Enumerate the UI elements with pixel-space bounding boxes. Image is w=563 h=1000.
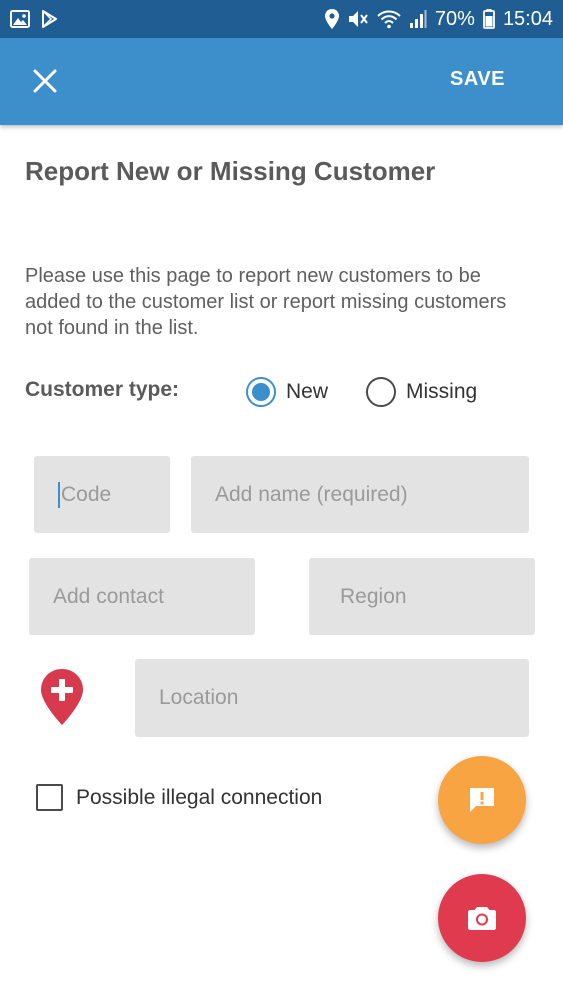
feedback-icon: [470, 788, 494, 812]
play-store-notification-icon: [40, 10, 58, 28]
camera-icon: [468, 907, 496, 930]
location-placeholder: Location: [159, 686, 239, 709]
feedback-fab[interactable]: [438, 756, 526, 844]
region-input[interactable]: Region: [309, 558, 535, 635]
signal-icon: [409, 9, 427, 29]
status-right: 70% 15:04: [324, 7, 553, 31]
clock: 15:04: [502, 7, 553, 30]
contact-input[interactable]: Add contact: [29, 558, 255, 635]
name-input[interactable]: Add name (required): [191, 456, 529, 533]
status-bar: 70% 15:04: [0, 0, 563, 38]
add-location-pin-icon: [41, 669, 83, 725]
customer-type-radio-missing[interactable]: Missing: [366, 376, 477, 408]
add-location-button[interactable]: [38, 667, 86, 727]
close-icon: [33, 69, 57, 93]
contact-placeholder: Add contact: [53, 584, 164, 608]
illegal-connection-label: Possible illegal connection: [76, 785, 323, 809]
mute-icon: [347, 9, 369, 29]
page-title: Report New or Missing Customer: [25, 156, 436, 186]
radio-new-label: New: [286, 380, 329, 403]
intro-text: Please use this page to report new custo…: [25, 265, 507, 339]
code-input[interactable]: Code: [34, 456, 170, 533]
name-placeholder: Add name (required): [215, 482, 408, 506]
save-button[interactable]: SAVE: [450, 68, 505, 91]
camera-fab[interactable]: [438, 874, 526, 962]
app-bar: SAVE: [0, 38, 563, 125]
gallery-notification-icon: [10, 10, 30, 28]
region-placeholder: Region: [340, 584, 407, 608]
status-left: [10, 10, 58, 28]
code-placeholder: Code: [61, 482, 112, 506]
customer-type-label: Customer type:: [25, 378, 180, 401]
customer-type-radio-new[interactable]: New: [246, 376, 328, 408]
battery-percent: 70%: [434, 7, 475, 30]
battery-icon: [483, 9, 495, 29]
radio-unchecked-icon: [366, 377, 396, 407]
close-button[interactable]: [28, 62, 62, 100]
illegal-connection-checkbox[interactable]: Possible illegal connection: [36, 784, 322, 811]
location-input[interactable]: Location: [135, 659, 529, 737]
text-cursor: [58, 481, 60, 508]
wifi-icon: [377, 9, 401, 29]
radio-missing-label: Missing: [406, 380, 478, 403]
location-icon: [324, 9, 339, 29]
checkbox-unchecked-icon: [36, 784, 63, 811]
radio-checked-icon: [246, 377, 276, 407]
